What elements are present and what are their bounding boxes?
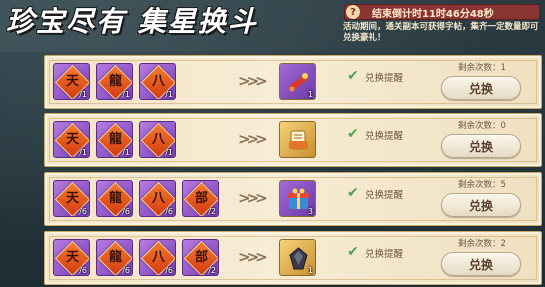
remaining-count: 剩余次数：0 — [458, 121, 506, 131]
remind-label[interactable]: 兑换提醒 — [365, 128, 403, 142]
cost-count: /2 — [208, 207, 216, 216]
cost-glyph: 八 — [151, 132, 165, 147]
cost-glyph: 天 — [65, 74, 79, 89]
cost-glyph: 八 — [151, 191, 165, 206]
help-icon[interactable]: ? — [346, 5, 360, 19]
cost-item-ba[interactable]: 八 /6 — [139, 239, 176, 276]
cost-count: /1 — [122, 148, 130, 157]
remaining-count: 剩余次数：2 — [458, 239, 506, 249]
exchange-row-1: 天 /1 龍 /1 八 /1 >>> 1 ✔ 兑换提醒 剩余次数：1 兑换 — [44, 55, 542, 109]
exchange-button[interactable]: 兑换 — [441, 76, 521, 100]
cost-count: /6 — [122, 266, 130, 275]
remaining-count: 剩余次数：5 — [458, 180, 506, 190]
cost-item-long[interactable]: 龍 /1 — [96, 121, 133, 158]
exchange-arrow-icon: >>> — [238, 248, 268, 266]
exchange-button[interactable]: 兑换 — [441, 193, 521, 217]
cost-item-tian[interactable]: 天 /6 — [53, 239, 90, 276]
event-description: 活动期间，通关副本可获得字帖，集齐一定数量即可兑换豪礼！ — [343, 22, 539, 43]
remind-checkbox-icon[interactable]: ✔ — [347, 127, 361, 141]
cost-count: /6 — [122, 207, 130, 216]
cost-item-ba[interactable]: 八 /1 — [139, 121, 176, 158]
countdown-text: 结束倒计时11时46分48秒 — [372, 8, 494, 20]
cost-glyph: 龍 — [108, 132, 122, 147]
cost-count: /1 — [79, 148, 87, 157]
reward-count: 1 — [307, 266, 313, 275]
cost-item-ba[interactable]: 八 /1 — [139, 63, 176, 100]
cost-count: /1 — [79, 90, 87, 99]
cost-count: /2 — [208, 266, 216, 275]
reward-item[interactable]: 1 — [279, 239, 316, 276]
exchange-arrow-icon: >>> — [238, 130, 268, 148]
cost-glyph: 龍 — [108, 250, 122, 265]
cost-glyph: 龍 — [108, 74, 122, 89]
cost-item-long[interactable]: 龍 /6 — [96, 180, 133, 217]
reward-item[interactable]: 1 — [279, 63, 316, 100]
reward-item[interactable] — [279, 121, 316, 158]
reward-count: 3 — [307, 207, 313, 216]
exchange-button[interactable]: 兑换 — [441, 134, 521, 158]
scroll-bundle-icon — [289, 130, 308, 150]
cost-glyph: 天 — [65, 250, 79, 265]
cost-item-bu[interactable]: 部 /2 — [182, 239, 219, 276]
cost-count: /6 — [165, 207, 173, 216]
cost-glyph: 八 — [151, 250, 165, 265]
exchange-arrow-icon: >>> — [238, 72, 268, 90]
cost-item-tian[interactable]: 天 /1 — [53, 63, 90, 100]
cost-glyph: 部 — [194, 191, 208, 206]
reward-item[interactable]: 3 — [279, 180, 316, 217]
exchange-arrow-icon: >>> — [238, 189, 268, 207]
remind-label[interactable]: 兑换提醒 — [365, 187, 403, 201]
exchange-row-3: 天 /6 龍 /6 八 /6 部 /2 >>> 3 ✔ 兑换提醒 剩余次数：5 … — [44, 172, 542, 226]
remind-checkbox-icon[interactable]: ✔ — [347, 186, 361, 200]
cost-glyph: 天 — [65, 132, 79, 147]
cost-glyph: 部 — [194, 250, 208, 265]
cost-item-tian[interactable]: 天 /1 — [53, 121, 90, 158]
remind-label[interactable]: 兑换提醒 — [365, 70, 403, 84]
cost-item-long[interactable]: 龍 /1 — [96, 63, 133, 100]
exchange-row-4: 天 /6 龍 /6 八 /6 部 /2 >>> 1 ✔ 兑换提醒 剩余次数：2 … — [44, 231, 542, 285]
cost-count: /6 — [79, 266, 87, 275]
cost-glyph: 天 — [65, 191, 79, 206]
page-title: 珍宝尽有 集星换斗 — [6, 5, 258, 38]
remind-checkbox-icon[interactable]: ✔ — [347, 245, 361, 259]
remind-label[interactable]: 兑换提醒 — [365, 246, 403, 260]
countdown-bar: ? 结束倒计时11时46分48秒 — [344, 4, 540, 20]
cost-glyph: 八 — [151, 74, 165, 89]
cost-count: /6 — [79, 207, 87, 216]
cost-count: /1 — [122, 90, 130, 99]
remaining-count: 剩余次数：1 — [458, 63, 506, 73]
exchange-row-2: 天 /1 龍 /1 八 /1 >>> ✔ 兑换提醒 剩余次数：0 兑换 — [44, 113, 542, 167]
cost-item-ba[interactable]: 八 /6 — [139, 180, 176, 217]
cost-item-bu[interactable]: 部 /2 — [182, 180, 219, 217]
cost-count: /6 — [165, 266, 173, 275]
remind-checkbox-icon[interactable]: ✔ — [347, 69, 361, 83]
reward-count: 1 — [307, 90, 313, 99]
cost-count: /1 — [165, 90, 173, 99]
exchange-button[interactable]: 兑换 — [441, 252, 521, 276]
cost-item-tian[interactable]: 天 /6 — [53, 180, 90, 217]
cost-item-long[interactable]: 龍 /6 — [96, 239, 133, 276]
cost-count: /1 — [165, 148, 173, 157]
cost-glyph: 龍 — [108, 191, 122, 206]
